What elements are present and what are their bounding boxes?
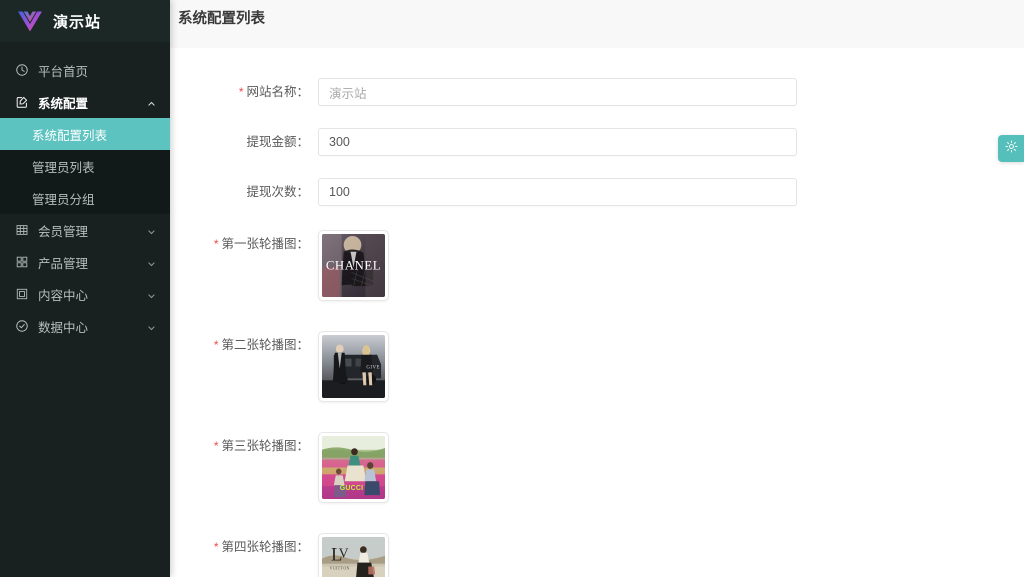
svg-text:CHANEL: CHANEL — [326, 258, 381, 272]
form-row-withdraw-amount: 提现金额： — [170, 128, 1024, 156]
gucci-flower-field-ad-thumbnail: GUCCI — [322, 436, 385, 499]
brand-name: 演示站 — [53, 13, 102, 31]
field-label-text: 第四张轮播图： — [221, 540, 309, 554]
required-star-icon: * — [213, 540, 219, 554]
form-row-carousel-4: * 第四张轮播图： L V VUITTON — [170, 533, 1024, 577]
form-row-site-name: * 网站名称： — [170, 78, 1024, 106]
sidebar-subitem-label: 系统配置列表 — [32, 128, 108, 143]
required-star-icon: * — [213, 439, 219, 453]
sidebar-item-product-management[interactable]: 产品管理 — [0, 246, 170, 278]
carousel-image-4-uploader[interactable]: L V VUITTON N — [318, 533, 389, 577]
chevron-down-icon — [147, 290, 156, 299]
field-wrap — [318, 78, 1024, 106]
four-blocks-icon — [14, 255, 29, 270]
chevron-down-icon — [147, 226, 156, 235]
sidebar-item-label: 平台首页 — [38, 64, 89, 79]
field-label: 提现次数： — [170, 178, 318, 206]
sidebar-submenu-system-config: 系统配置列表 管理员列表 管理员分组 — [0, 118, 170, 214]
grid-table-icon — [14, 223, 29, 238]
withdraw-count-input[interactable] — [318, 178, 797, 206]
required-star-icon: * — [213, 338, 219, 352]
chanel-handbag-ad-thumbnail: CHANEL — [322, 234, 385, 297]
sidebar-item-label: 会员管理 — [38, 224, 89, 239]
form-row-carousel-2: * 第二张轮播图： GIVE — [170, 331, 1024, 402]
form-row-withdraw-count: 提现次数： — [170, 178, 1024, 206]
document-box-icon — [14, 287, 29, 302]
field-label-text: 网站名称： — [246, 85, 309, 99]
field-wrap — [318, 178, 1024, 206]
field-label: * 第三张轮播图： — [170, 432, 318, 460]
field-wrap: GIVE — [318, 331, 1024, 402]
field-wrap: L V VUITTON N — [318, 533, 1024, 577]
field-label-text: 提现金额： — [246, 135, 309, 149]
gear-icon — [1004, 139, 1019, 159]
field-label: * 第四张轮播图： — [170, 533, 318, 561]
chevron-up-icon — [147, 98, 156, 107]
vue-v-logo-icon — [18, 10, 42, 32]
field-label-text: 第二张轮播图： — [221, 338, 309, 352]
carousel-image-1-uploader[interactable]: CHANEL — [318, 230, 389, 301]
chevron-down-icon — [147, 258, 156, 267]
carousel-image-2-uploader[interactable]: GIVE — [318, 331, 389, 402]
edit-square-icon — [14, 95, 29, 110]
sidebar-item-content-center[interactable]: 内容中心 — [0, 278, 170, 310]
field-label: * 第一张轮播图： — [170, 230, 318, 258]
main-content: 系统配置列表 *网站名称： 提现金额： — [170, 0, 1024, 577]
theme-settings-tab-button[interactable] — [998, 135, 1024, 162]
sidebar-item-system-config[interactable]: 系统配置 — [0, 86, 170, 118]
sidebar-subitem-label: 管理员分组 — [32, 192, 95, 207]
sidebar-item-label: 产品管理 — [38, 256, 89, 271]
sidebar: 演示站 平台首页 系统配置 系统配置列表 管理员列表 管理员分组 会员管理 产品… — [0, 0, 170, 577]
sidebar-item-label: 系统配置 — [38, 96, 89, 111]
field-wrap: CHANEL — [318, 230, 1024, 301]
carousel-image-3-uploader[interactable]: GUCCI — [318, 432, 389, 503]
field-wrap: GUCCI — [318, 432, 1024, 503]
field-label: * 第二张轮播图： — [170, 331, 318, 359]
field-label-text: 提现次数： — [246, 185, 309, 199]
svg-text:GIVE: GIVE — [366, 365, 380, 370]
form-row-carousel-3: * 第三张轮播图： GUCCI — [170, 432, 1024, 503]
app-root: 演示站 平台首页 系统配置 系统配置列表 管理员列表 管理员分组 会员管理 产品… — [0, 0, 1024, 577]
svg-text:V: V — [339, 546, 349, 561]
dashboard-clock-icon — [14, 63, 29, 78]
field-label-text: 第一张轮播图： — [221, 237, 309, 251]
louis-vuitton-desert-ad-thumbnail: L V VUITTON N — [322, 537, 385, 577]
sidebar-item-home[interactable]: 平台首页 — [0, 54, 170, 86]
givenchy-couple-car-ad-thumbnail: GIVE — [322, 335, 385, 398]
withdraw-amount-input[interactable] — [318, 128, 797, 156]
sidebar-subitem-admin-groups[interactable]: 管理员分组 — [0, 182, 170, 214]
field-label-text: 第三张轮播图： — [221, 439, 309, 453]
sidebar-subitem-label: 管理员列表 — [32, 160, 95, 175]
chevron-down-icon — [147, 322, 156, 331]
system-config-form: *网站名称： 提现金额： 提现次数： — [170, 48, 1024, 577]
sidebar-item-data-center[interactable]: 数据中心 — [0, 310, 170, 342]
svg-text:GUCCI: GUCCI — [340, 485, 364, 492]
form-row-carousel-1: * 第一张轮播图： CHANEL — [170, 230, 1024, 301]
field-label: * 网站名称： — [170, 78, 318, 106]
svg-text:VUITTON: VUITTON — [330, 565, 350, 570]
page-title: 系统配置列表 — [178, 11, 265, 27]
check-circle-icon — [14, 319, 29, 334]
field-wrap — [318, 128, 1024, 156]
sidebar-subitem-system-config-list[interactable]: 系统配置列表 — [0, 118, 170, 150]
site-name-input[interactable] — [318, 78, 797, 106]
field-label: 提现金额： — [170, 128, 318, 156]
sidebar-menu: 平台首页 系统配置 系统配置列表 管理员列表 管理员分组 会员管理 产品管理 内… — [0, 42, 170, 342]
sidebar-subitem-admin-list[interactable]: 管理员列表 — [0, 150, 170, 182]
sidebar-item-member-management[interactable]: 会员管理 — [0, 214, 170, 246]
sidebar-item-label: 内容中心 — [38, 288, 89, 303]
required-star-icon: * — [238, 85, 244, 99]
sidebar-item-label: 数据中心 — [38, 320, 89, 335]
required-star-icon: * — [213, 237, 219, 251]
sidebar-logo-bar[interactable]: 演示站 — [0, 0, 170, 42]
